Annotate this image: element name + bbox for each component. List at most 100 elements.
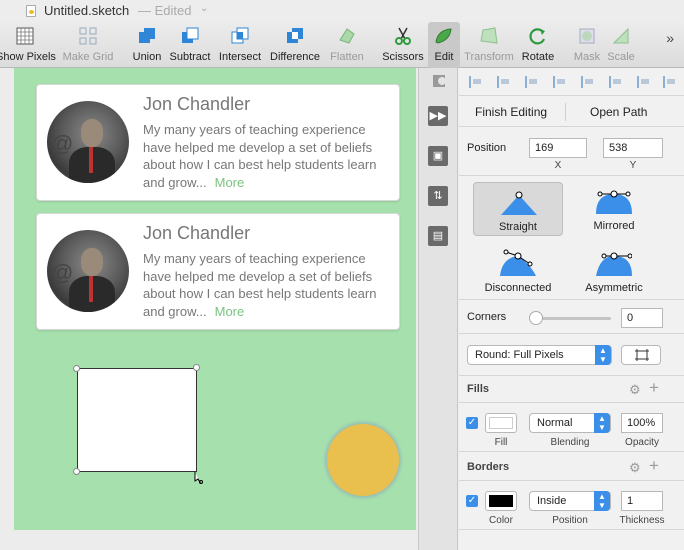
at-sign-graffiti: @ [51,260,74,285]
border-thickness-input[interactable]: 1 [621,491,663,511]
layout-tab-icon[interactable]: ▤ [428,226,448,246]
subtract-button[interactable]: Subtract [166,22,214,68]
corners-slider-track[interactable] [535,317,611,320]
disconnected-point-button[interactable]: Disconnected [473,244,563,298]
subtract-icon [182,27,199,43]
add-border-icon[interactable]: + [649,456,659,476]
distribute-horizontal-icon[interactable] [637,76,651,88]
union-button[interactable]: Union [128,22,166,68]
scale-button[interactable]: Scale [604,22,638,68]
swap-tab-icon[interactable]: ⇅ [428,186,448,206]
symbols-tab-icon[interactable]: ▶▶ [428,106,448,126]
asymmetric-point-icon [596,252,632,276]
mirrored-point-button[interactable]: Mirrored [569,182,659,236]
borders-gear-icon[interactable]: ⚙ [629,460,641,476]
show-pixels-button[interactable]: Show Pixels [0,22,56,68]
avatar: @ [47,101,129,183]
corners-slider-knob[interactable] [529,311,543,325]
intersect-button[interactable]: Intersect [215,22,265,68]
add-fill-icon[interactable]: + [649,378,659,398]
vector-point-handle[interactable] [193,364,200,371]
corners-input[interactable]: 0 [621,308,663,328]
divider [565,103,566,121]
fill-color-swatch[interactable] [485,413,517,433]
fill-blending-select[interactable]: Normal ▲ ▼ [529,413,611,433]
pixel-fit-button[interactable] [621,345,661,365]
border-color-swatch[interactable] [485,491,517,511]
asymmetric-point-button[interactable]: Asymmetric [569,244,659,298]
fills-gear-icon[interactable]: ⚙ [629,382,641,398]
vector-point-handle[interactable] [73,365,80,372]
align-middle-icon[interactable] [581,76,595,88]
profile-name: Jon Chandler [143,223,251,243]
make-grid-icon [79,27,97,45]
title-menu-chevron-icon[interactable]: ⌄ [200,3,208,14]
open-path-button[interactable]: Open Path [590,105,647,119]
rotate-button[interactable]: Rotate [518,22,558,68]
yellow-circle[interactable] [327,424,399,496]
profile-bio: My many years of teaching experience hav… [143,122,377,190]
scissors-button[interactable]: Scissors [380,22,426,68]
position-x-input[interactable]: 169 [529,138,587,158]
inspector-panel: Finish Editing Open Path Position 169 53… [459,68,684,550]
alignment-row [459,68,684,96]
align-bottom-icon[interactable] [609,76,623,88]
collapse-panel-icon[interactable] [431,74,447,88]
distribute-vertical-icon[interactable] [663,76,677,88]
straight-point-button[interactable]: Straight [473,182,563,236]
edit-vector-icon [435,28,452,44]
profile-card[interactable]: @ Jon Chandler My many years of teaching… [36,84,400,201]
title-bar: Untitled.sketch — Edited ⌄ [0,0,684,22]
select-arrows-icon: ▲ ▼ [595,345,611,365]
border-row: ✓ Inside ▲ ▼ 1 Color Position Thickness [459,482,684,530]
transform-icon [480,27,498,44]
flatten-icon [339,28,355,44]
fill-label: Fill [494,437,508,448]
profile-bio: My many years of teaching experience hav… [143,251,377,319]
artboard[interactable]: @ Jon Chandler My many years of teaching… [14,68,416,530]
edited-status: — Edited [138,3,192,18]
vector-point-handle[interactable] [73,468,80,475]
x-label: X [554,160,562,171]
select-arrows-icon: ▲ ▼ [594,413,610,433]
canvas[interactable]: @ Jon Chandler My many years of teaching… [0,68,418,550]
mask-button[interactable]: Mask [570,22,604,68]
borders-header: Borders ⚙ + [459,455,684,481]
y-label: Y [629,160,637,171]
mask-icon [579,28,595,44]
borders-title: Borders [467,461,510,473]
position-sublabel: Position [552,515,588,526]
finish-editing-button[interactable]: Finish Editing [475,105,547,119]
position-label: Position [467,142,507,154]
profile-card[interactable]: @ Jon Chandler My many years of teaching… [36,213,400,330]
fill-opacity-input[interactable]: 100% [621,413,663,433]
pen-cursor-icon [194,472,203,484]
more-link[interactable]: More [215,175,245,190]
align-top-icon[interactable] [553,76,567,88]
point-type-selector: Straight Mirrored Disconnected Asymmetri… [459,176,684,300]
make-grid-button[interactable]: Make Grid [60,22,116,68]
position-y-input[interactable]: 538 [603,138,663,158]
fill-enabled-checkbox[interactable]: ✓ [466,417,478,429]
align-center-icon[interactable] [497,76,511,88]
flatten-button[interactable]: Flatten [326,22,368,68]
intersect-icon [231,27,249,44]
more-link[interactable]: More [215,304,245,319]
border-enabled-checkbox[interactable]: ✓ [466,495,478,507]
thickness-label: Thickness [619,515,665,526]
transform-button[interactable]: Transform [462,22,516,68]
edit-button[interactable]: Edit [428,22,460,68]
align-right-icon[interactable] [525,76,539,88]
border-position-select[interactable]: Inside ▲ ▼ [529,491,611,511]
toolbar-overflow-icon[interactable]: » [666,30,674,46]
toolbar: Show Pixels Make Grid Union Subtract Int… [0,22,684,68]
corners-row: Corners 0 [459,300,684,334]
pixel-rounding-select[interactable]: Round: Full Pixels ▲ ▼ [467,345,612,365]
align-left-icon[interactable] [469,76,483,88]
color-label: Color [489,515,513,526]
difference-button[interactable]: Difference [266,22,324,68]
position-row: Position 169 538 X Y [459,128,684,176]
image-tab-icon[interactable]: ▣ [428,146,448,166]
corners-label: Corners [467,311,507,323]
selected-rectangle[interactable] [77,368,197,472]
